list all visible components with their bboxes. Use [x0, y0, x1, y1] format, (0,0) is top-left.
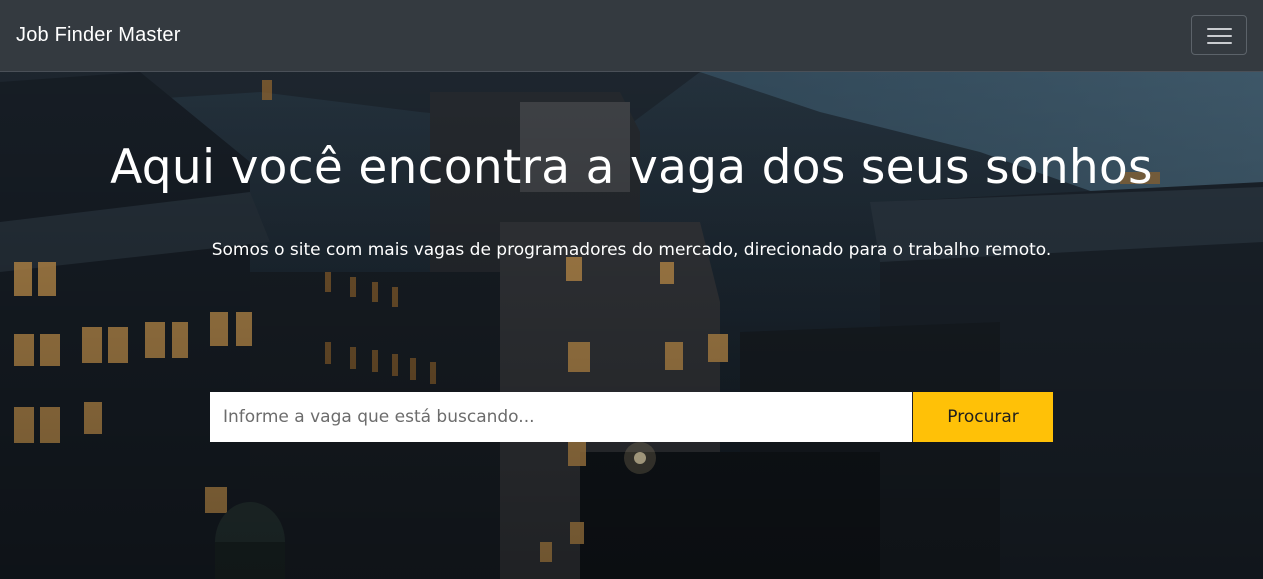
brand-link[interactable]: Job Finder Master — [16, 22, 181, 48]
menu-toggle-button[interactable] — [1191, 15, 1247, 55]
top-navbar: Job Finder Master — [0, 0, 1263, 72]
hero-subtitle: Somos o site com mais vagas de programad… — [211, 240, 1052, 260]
job-search-input[interactable] — [210, 392, 912, 442]
job-search-form: Procurar — [210, 392, 1053, 442]
hero-title: Aqui você encontra a vaga dos seus sonho… — [110, 140, 1153, 195]
search-button[interactable]: Procurar — [912, 392, 1053, 442]
hero-section: Aqui você encontra a vaga dos seus sonho… — [0, 72, 1263, 579]
